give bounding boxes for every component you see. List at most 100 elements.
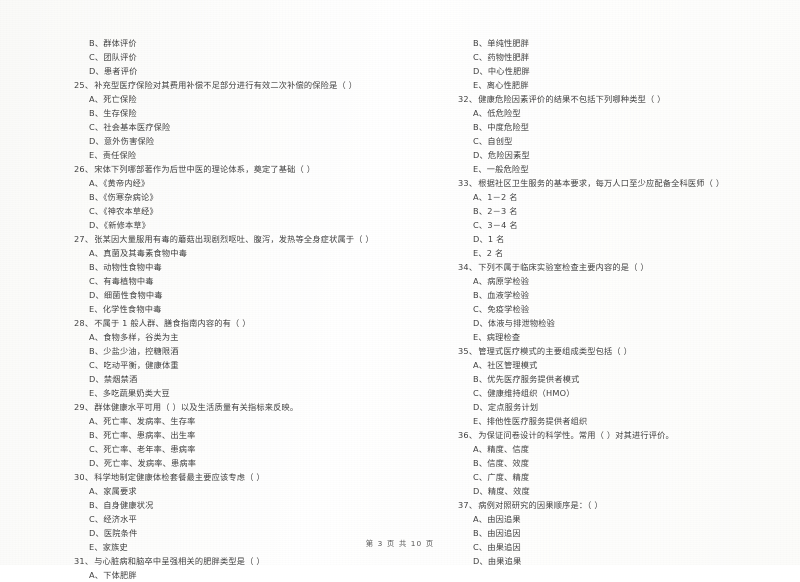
option-letter: B、 (473, 458, 488, 468)
option-line[interactable]: E、化学性食物中毒 (74, 302, 394, 316)
option-line[interactable]: D、细菌性食物中毒 (74, 288, 394, 302)
option-line[interactable]: C、广度、精度 (458, 470, 794, 484)
option-letter: B、 (473, 122, 488, 132)
option-line[interactable]: A、家属要求 (74, 484, 394, 498)
option-line[interactable]: C、健康维持组织（HMO） (458, 386, 794, 400)
option-text: 细菌性食物中毒 (103, 290, 163, 300)
option-line[interactable]: A、由因追果 (458, 512, 794, 526)
option-text: 死亡率、发病率、患病率 (103, 458, 197, 468)
option-line[interactable]: D、定点服务计划 (458, 400, 794, 414)
option-line[interactable]: E、多吃蔬果奶类大豆 (74, 386, 394, 400)
question-text: 群体健康水平可用（ ）以及生活质量有关指标来反映。 (94, 402, 299, 412)
option-line[interactable]: B、动物性食物中毒 (74, 260, 394, 274)
question-line: 31、 与心脏病和脑卒中呈强相关的肥胖类型是（ ） (74, 554, 394, 568)
option-line[interactable]: A、病原学检验 (458, 274, 794, 288)
question-number: 35、 (458, 346, 478, 356)
left-column: B、群体评价 C、团队评价 D、患者评价 25、 补充型医疗保险对其费用补偿不足部分进行… (0, 36, 400, 582)
option-letter: E、 (473, 80, 487, 90)
option-letter: D、 (89, 374, 104, 384)
option-text: 化学性食物中毒 (102, 304, 162, 314)
question-text: 张某因大量服用有毒的蘑菇出现剧烈呕吐、腹泻，发热等全身症状属于（ ） (94, 234, 374, 244)
option-line[interactable]: C、吃动平衡，健康体重 (74, 358, 394, 372)
option-line[interactable]: B、单纯性肥胖 (458, 36, 794, 50)
option-text: 团队评价 (103, 52, 137, 62)
option-letter: A、 (473, 444, 488, 454)
option-letter: C、 (89, 514, 104, 524)
option-line[interactable]: D、禁烟禁酒 (74, 372, 394, 386)
option-line[interactable]: C、有毒植物中毒 (74, 274, 394, 288)
option-line[interactable]: D、意外伤害保险 (74, 134, 394, 148)
option-line[interactable]: D、死亡率、发病率、患病率 (74, 456, 394, 470)
option-line[interactable]: B、中度危险型 (458, 120, 794, 134)
option-line[interactable]: A、低危险型 (458, 106, 794, 120)
option-line[interactable]: B、《伤寒杂病论》 (74, 190, 394, 204)
option-line[interactable]: A、精度、信度 (458, 442, 794, 456)
option-line[interactable]: D、中心性肥胖 (458, 64, 794, 78)
option-line[interactable]: D、精度、效度 (458, 484, 794, 498)
option-line[interactable]: C、自创型 (458, 134, 794, 148)
option-line[interactable]: D、1 名 (458, 232, 794, 246)
option-text: 死亡率、患病率、出生率 (103, 430, 196, 440)
option-line[interactable]: D、《新修本草》 (74, 218, 394, 232)
option-line[interactable]: A、死亡保险 (74, 92, 394, 106)
option-line[interactable]: B、优先医疗服务提供者模式 (458, 372, 794, 386)
option-letter: D、 (89, 66, 104, 76)
option-letter: B、 (473, 374, 488, 384)
option-line[interactable]: B、死亡率、患病率、出生率 (74, 428, 394, 442)
option-line[interactable]: C、3－4 名 (458, 218, 794, 232)
question-line: 25、 补充型医疗保险对其费用补偿不足部分进行有效二次补偿的保险是（ ） (74, 78, 394, 92)
option-line[interactable]: E、一般危险型 (458, 162, 794, 176)
option-letter: A、 (473, 514, 488, 524)
option-line[interactable]: D、患者评价 (74, 64, 394, 78)
two-column-layout: B、群体评价 C、团队评价 D、患者评价 25、 补充型医疗保险对其费用补偿不足部分进行… (0, 36, 800, 582)
option-line[interactable]: E、离心性肥胖 (458, 78, 794, 92)
option-text: 少盐少油，控糖限酒 (103, 346, 179, 356)
option-line[interactable]: C、死亡率、老年率、患病率 (74, 442, 394, 456)
question-text: 管理式医疗模式的主要组成类型包括（ ） (478, 346, 632, 356)
option-line[interactable]: C、药物性肥胖 (458, 50, 794, 64)
question-number: 36、 (458, 430, 478, 440)
option-text: 多吃蔬果奶类大豆 (102, 388, 170, 398)
option-text: 生存保险 (103, 108, 137, 118)
question-number: 32、 (458, 94, 478, 104)
option-line[interactable]: B、信度、效度 (458, 456, 794, 470)
option-line[interactable]: A、食物多样，谷类为主 (74, 330, 394, 344)
option-line[interactable]: B、生存保险 (74, 106, 394, 120)
option-letter: C、 (89, 206, 104, 216)
option-letter: B、 (89, 346, 104, 356)
option-letter: B、 (89, 500, 104, 510)
option-line[interactable]: B、2－3 名 (458, 204, 794, 218)
option-letter: A、 (89, 416, 104, 426)
option-line[interactable]: B、群体评价 (74, 36, 394, 50)
option-line[interactable]: D、由果追果 (458, 554, 794, 568)
option-letter: A、 (473, 192, 488, 202)
option-line[interactable]: D、体液与排泄物检验 (458, 316, 794, 330)
option-line[interactable]: B、自身健康状况 (74, 498, 394, 512)
option-letter: B、 (473, 528, 488, 538)
option-line[interactable]: C、《神农本草经》 (74, 204, 394, 218)
option-line[interactable]: C、免疫学检验 (458, 302, 794, 316)
option-line[interactable]: E、排他性医疗服务提供者组织 (458, 414, 794, 428)
option-line[interactable]: A、社区管理模式 (458, 358, 794, 372)
option-line[interactable]: A、死亡率、发病率、生存率 (74, 414, 394, 428)
option-line[interactable]: B、少盐少油，控糖限酒 (74, 344, 394, 358)
option-line[interactable]: E、2 名 (458, 246, 794, 260)
option-text: 有毒植物中毒 (103, 276, 154, 286)
option-line[interactable]: A、真菌及其毒素食物中毒 (74, 246, 394, 260)
question-text: 病例对照研究的因果顺序是：（ ） (478, 500, 603, 510)
option-letter: C、 (473, 304, 488, 314)
option-line[interactable]: E、责任保险 (74, 148, 394, 162)
option-line[interactable]: A、1－2 名 (458, 190, 794, 204)
option-line[interactable]: A、下体肥胖 (74, 568, 394, 582)
option-letter: E、 (89, 304, 103, 314)
option-line[interactable]: C、经济水平 (74, 512, 394, 526)
option-line[interactable]: C、社会基本医疗保险 (74, 120, 394, 134)
option-letter: D、 (473, 402, 488, 412)
option-letter: D、 (89, 220, 104, 230)
question-text: 健康危险因素评价的结果不包括下列哪种类型（ ） (478, 94, 666, 104)
option-line[interactable]: B、血液学检验 (458, 288, 794, 302)
option-line[interactable]: E、病理检查 (458, 330, 794, 344)
option-line[interactable]: D、危险因素型 (458, 148, 794, 162)
option-line[interactable]: C、团队评价 (74, 50, 394, 64)
option-line[interactable]: A、《黄帝内经》 (74, 176, 394, 190)
